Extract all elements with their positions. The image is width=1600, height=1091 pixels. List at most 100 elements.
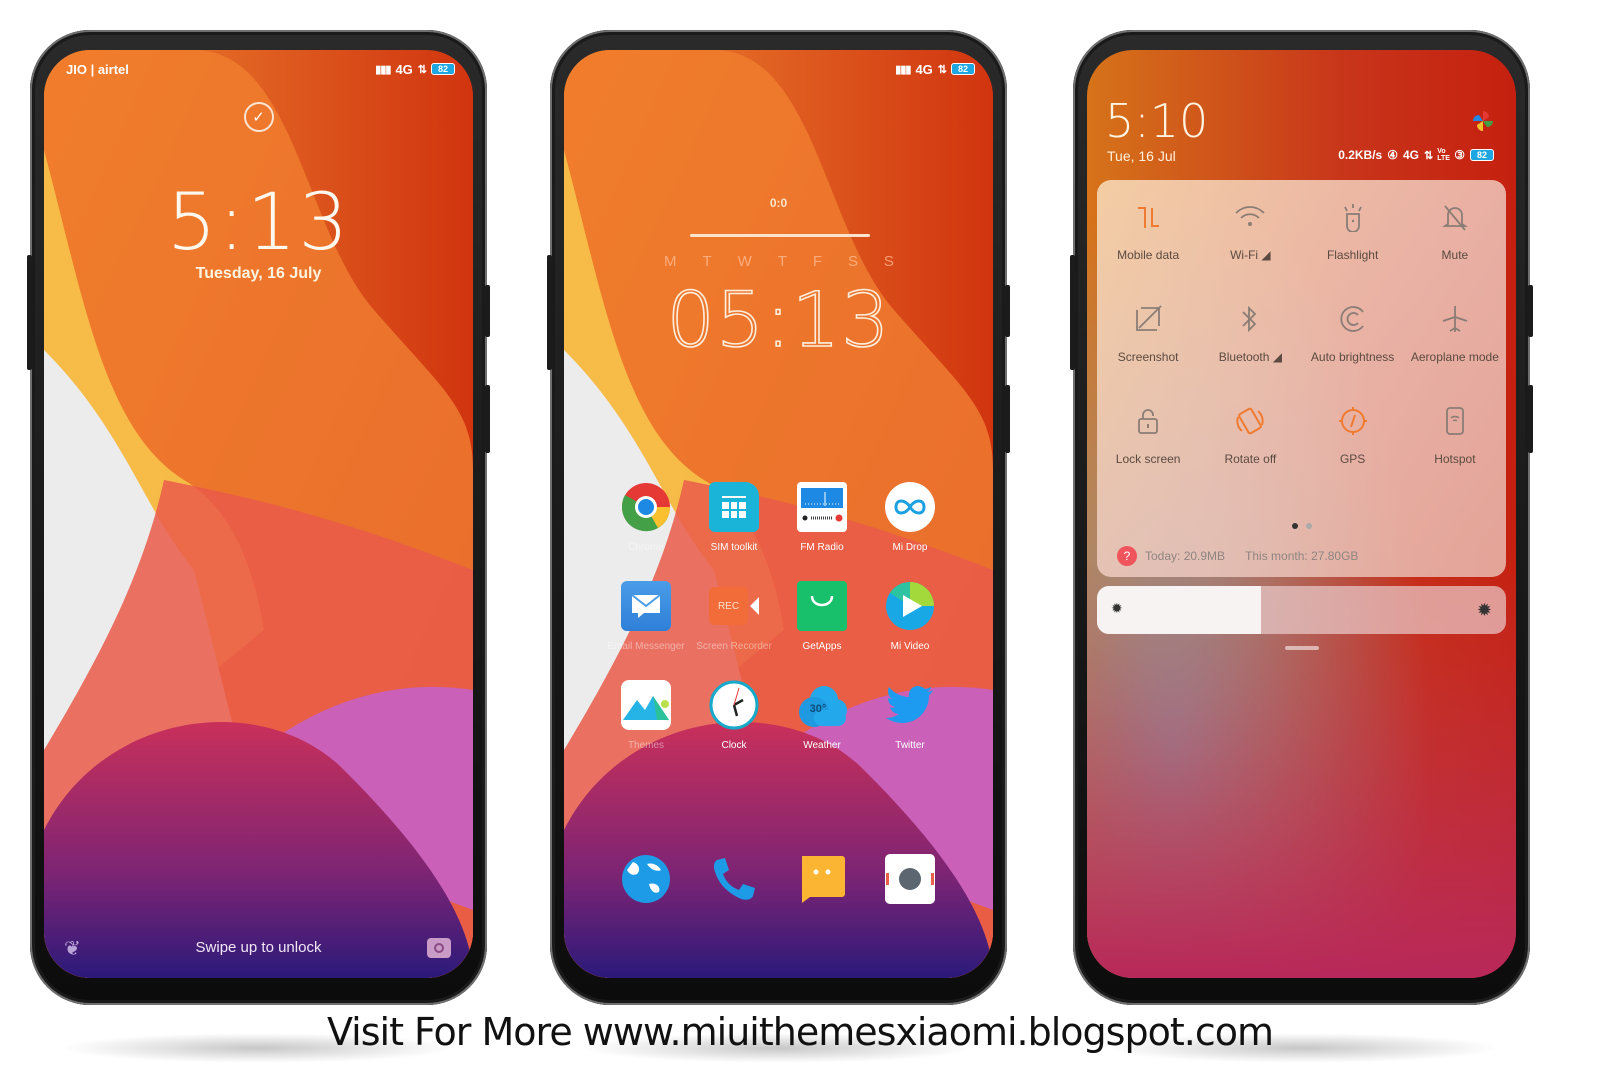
app-clock[interactable]: Clock xyxy=(690,680,778,751)
tile-hotspot[interactable]: Hotspot xyxy=(1404,404,1506,466)
flashlight-icon xyxy=(1336,200,1370,234)
tile-label: Lock screen xyxy=(1115,452,1181,466)
lock-date: Tuesday, 16 July xyxy=(195,265,322,282)
app-mi-video[interactable]: Mi Video xyxy=(866,581,954,652)
tile-bluetooth[interactable]: Bluetooth ◢ xyxy=(1199,302,1301,364)
app-label: Weather xyxy=(803,740,841,751)
app-sim-toolkit[interactable]: SIM toolkit xyxy=(690,482,778,553)
cc-status-bar: 0.2KB/s ④ 4G ⇅ Vo LTE ③ 82 xyxy=(1338,148,1494,162)
dock-camera[interactable] xyxy=(866,854,954,904)
tile-screenshot[interactable]: Screenshot xyxy=(1097,302,1199,364)
lock-icon xyxy=(1131,404,1165,438)
gps-icon xyxy=(1336,404,1370,438)
tile-aeroplane-mode[interactable]: Aeroplane mode xyxy=(1404,302,1506,364)
tile-label: Mute xyxy=(1441,248,1469,262)
battery-icon: 82 xyxy=(431,63,455,75)
app-chrome[interactable]: Chrome xyxy=(602,482,690,553)
signal-icon: ▮▮▮ xyxy=(375,63,391,76)
usage-today: Today: 20.9MB xyxy=(1145,549,1226,563)
volte-icon: Vo LTE xyxy=(1437,148,1450,162)
pinwheel-icon[interactable] xyxy=(1472,110,1494,132)
brightness-slider[interactable]: ✹ ✹ xyxy=(1097,586,1506,634)
tile-label: Aeroplane mode xyxy=(1410,350,1499,364)
browser-globe-icon xyxy=(621,854,671,904)
app-mi-drop[interactable]: Mi Drop xyxy=(866,482,954,553)
weekday: T xyxy=(777,253,787,270)
sim2-icon: ③ xyxy=(1454,148,1465,162)
tile-label: Wi-Fi ◢ xyxy=(1230,248,1271,262)
widget-divider xyxy=(690,234,870,237)
app-email-messenger[interactable]: Email Messenger xyxy=(602,581,690,652)
clock-widget[interactable]: 05:13 xyxy=(564,274,993,365)
weekday: T xyxy=(702,253,712,270)
panel-drag-handle[interactable] xyxy=(1284,646,1319,650)
camera-icon[interactable] xyxy=(427,938,451,958)
app-screen-recorder[interactable]: REC Screen Recorder xyxy=(690,581,778,652)
screen-recorder-icon: REC xyxy=(709,581,759,631)
tile-label: GPS xyxy=(1339,452,1366,466)
usage-help-icon: ? xyxy=(1117,546,1137,566)
weekday: W xyxy=(737,253,752,270)
app-fm-radio[interactable]: FM Radio xyxy=(778,482,866,553)
tile-flashlight[interactable]: Flashlight xyxy=(1302,200,1404,262)
brightness-high-icon: ✹ xyxy=(1476,600,1492,620)
check-circle-icon: ✓ xyxy=(243,102,274,132)
page-indicator[interactable] xyxy=(1291,523,1312,529)
getapps-icon xyxy=(797,581,847,631)
aeroplane-icon xyxy=(1438,302,1472,336)
data-activity-icon: ⇅ xyxy=(1424,149,1433,162)
tile-auto-brightness[interactable]: Auto brightness xyxy=(1302,302,1404,364)
data-activity-icon: ⇅ xyxy=(417,63,427,76)
cc-clock: 5:10 xyxy=(1105,94,1209,148)
tile-lock-screen[interactable]: Lock screen xyxy=(1097,404,1199,466)
weekday: S xyxy=(883,253,894,270)
swipe-hint: Swipe up to unlock xyxy=(195,939,322,956)
battery-icon: 82 xyxy=(1470,149,1494,161)
tile-mute[interactable]: Mute xyxy=(1404,200,1506,262)
messages-icon xyxy=(797,854,847,904)
side-button xyxy=(485,385,490,453)
dock-messages[interactable] xyxy=(778,854,866,904)
brightness-low-icon: ✹ xyxy=(1111,600,1123,616)
app-twitter[interactable]: Twitter xyxy=(866,680,954,751)
cc-date: Tue, 16 Jul xyxy=(1107,148,1176,164)
auto-brightness-icon xyxy=(1336,302,1370,336)
themes-icon xyxy=(621,680,671,730)
tile-label: Screenshot xyxy=(1117,350,1179,364)
app-label: GetApps xyxy=(802,641,842,652)
rotate-icon xyxy=(1233,404,1267,438)
data-usage[interactable]: ? Today: 20.9MB This month: 27.80GB xyxy=(1117,546,1358,566)
mi-video-icon xyxy=(885,581,935,631)
widget-counter: 0:0 xyxy=(769,196,788,210)
lock-screen[interactable]: JIO | airtel ▮▮▮ 4G ⇅ 82 ✓ 5:13 Tuesday,… xyxy=(44,50,473,978)
app-label: Chrome xyxy=(628,542,664,553)
net-speed: 0.2KB/s xyxy=(1338,148,1383,162)
app-label: Screen Recorder xyxy=(696,641,772,652)
tile-label: Mobile data xyxy=(1117,248,1180,262)
tile-wifi[interactable]: Wi-Fi ◢ xyxy=(1199,200,1301,262)
weekday: S xyxy=(847,253,858,270)
page-dot xyxy=(1305,523,1312,529)
weekday: F xyxy=(812,253,822,270)
dock-phone[interactable] xyxy=(690,854,778,904)
chrome-icon xyxy=(621,482,671,532)
battery-icon: 82 xyxy=(951,63,975,75)
app-grid: Chrome SIM toolkit FM Radio Mi Drop Emai… xyxy=(602,482,954,751)
weather-temp: 30° xyxy=(809,703,827,715)
dock-browser[interactable] xyxy=(602,854,690,904)
status-bar: ▮▮▮ 4G ⇅ 82 xyxy=(586,60,975,78)
camera-icon xyxy=(885,854,935,904)
volume-button xyxy=(547,255,552,370)
tile-label: Hotspot xyxy=(1434,452,1476,466)
app-label: Twitter xyxy=(895,740,925,751)
app-getapps[interactable]: GetApps xyxy=(778,581,866,652)
app-label: FM Radio xyxy=(800,542,844,553)
tile-label: Bluetooth ◢ xyxy=(1218,350,1283,364)
tile-gps[interactable]: GPS xyxy=(1302,404,1404,466)
app-themes[interactable]: Themes xyxy=(602,680,690,751)
rec-label: REC xyxy=(709,587,748,625)
app-weather[interactable]: 30° Weather xyxy=(778,680,866,751)
weather-icon: 30° xyxy=(797,680,847,730)
tile-rotate[interactable]: Rotate off xyxy=(1199,404,1301,466)
tile-mobile-data[interactable]: Mobile data xyxy=(1097,200,1199,262)
